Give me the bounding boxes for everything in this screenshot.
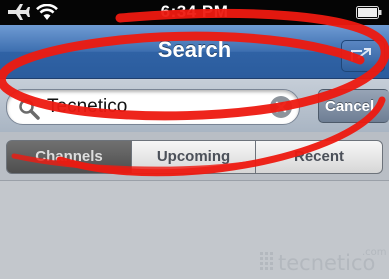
clear-search-button[interactable] xyxy=(270,96,292,118)
battery-icon xyxy=(356,6,382,19)
segment-upcoming[interactable]: Upcoming xyxy=(132,140,256,174)
segmented-control: Channels Upcoming Recent xyxy=(0,132,389,181)
status-time: 6:34 PM xyxy=(160,2,229,21)
search-input[interactable]: Tecnetico xyxy=(6,89,300,125)
cancel-button[interactable]: Cancel xyxy=(318,89,389,123)
magnifier-icon xyxy=(19,99,40,120)
navigation-bar: Search xyxy=(0,25,389,79)
watermark-suffix: .com xyxy=(362,247,386,258)
segment-channels[interactable]: Channels xyxy=(6,140,132,174)
status-bar: 6:34 PM xyxy=(0,0,389,25)
search-bar: Tecnetico Cancel xyxy=(0,79,389,133)
clear-icon xyxy=(275,101,287,113)
segment-recent[interactable]: Recent xyxy=(256,140,383,174)
action-icon xyxy=(351,48,371,61)
watermark-text: tecnetico xyxy=(278,251,375,275)
action-button[interactable] xyxy=(341,40,385,72)
search-query: Tecnetico xyxy=(47,96,128,117)
page-title: Search xyxy=(157,37,232,62)
watermark-logo: tecnetico .com xyxy=(260,247,386,275)
